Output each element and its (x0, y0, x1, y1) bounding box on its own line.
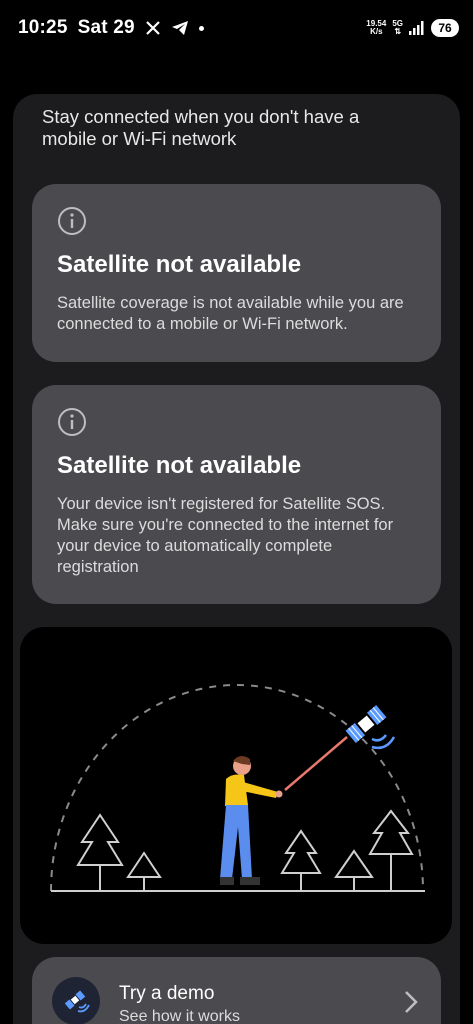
chevron-right-icon (405, 991, 418, 1013)
network-speed: 19.54 K/s (366, 20, 386, 36)
status-time: 10:25 (18, 17, 68, 38)
notification-dot-icon (198, 25, 204, 31)
telegram-icon (171, 21, 188, 35)
satellite-status-card-2: Satellite not available Your device isn'… (32, 385, 441, 604)
signal-icon (409, 21, 424, 35)
network-type: 5G ⇅ (392, 20, 403, 36)
status-date: Sat 29 (77, 17, 135, 38)
phone-beam (284, 736, 348, 791)
status-bar: 10:25 Sat 29 19.54 K/s 5G ⇅ 76 (0, 0, 473, 56)
card-title: Satellite not available (57, 452, 302, 479)
card-body: Your device isn't registered for Satelli… (57, 495, 394, 576)
demo-icon-badge (52, 977, 100, 1024)
demo-subtitle: See how it works (119, 1008, 240, 1024)
info-icon (58, 408, 86, 436)
try-demo-button[interactable]: Try a demo See how it works (32, 957, 441, 1024)
satellite-panel: Stay connected when you don't have a mob… (13, 94, 460, 1024)
x-app-icon (146, 21, 160, 35)
satellite-illustration (20, 627, 452, 944)
satellite-status-card-1: Satellite not available Satellite covera… (32, 184, 441, 362)
battery-indicator: 76 (431, 19, 459, 37)
person-figure (220, 755, 283, 885)
data-arrows-icon: ⇅ (394, 27, 402, 36)
speed-unit: K/s (370, 27, 383, 36)
illustration-graphic (50, 684, 425, 892)
intro-text: Stay connected when you don't have a mob… (42, 106, 360, 149)
satellite-icon (64, 990, 90, 1013)
card-title: Satellite not available (57, 251, 302, 278)
status-left: 10:25 Sat 29 (18, 17, 204, 39)
demo-title: Try a demo (119, 983, 215, 1004)
status-right: 19.54 K/s 5G ⇅ 76 (366, 19, 459, 37)
info-icon (58, 207, 86, 235)
satellite-graphic (345, 705, 396, 750)
card-body: Satellite coverage is not available whil… (57, 294, 404, 333)
